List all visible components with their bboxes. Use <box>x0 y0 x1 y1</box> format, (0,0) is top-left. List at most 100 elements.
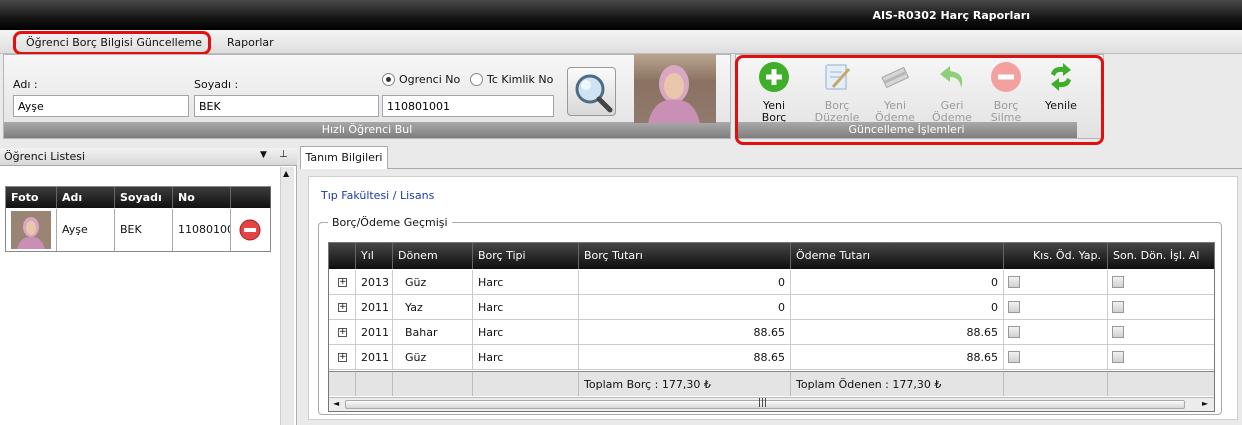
new-debt-button[interactable]: Yeni Borç <box>745 61 803 124</box>
cell-yil[interactable]: 2011 <box>356 295 393 320</box>
cell-yil[interactable]: 2011 <box>356 345 393 370</box>
expand-icon[interactable]: + <box>338 353 347 362</box>
partial-payment-cell <box>1004 270 1108 295</box>
footer-cell <box>356 371 393 396</box>
delete-debt-button[interactable]: Borç Silme <box>977 61 1035 124</box>
cell-donem[interactable]: Bahar <box>393 320 473 345</box>
student-row-no[interactable]: 11080100 <box>173 209 231 251</box>
cell-odeme[interactable]: 0 <box>791 295 1004 320</box>
scroll-right-icon[interactable]: ► <box>1202 399 1208 408</box>
remove-icon <box>991 62 1021 92</box>
student-no-input[interactable] <box>382 95 554 117</box>
update-operations-panel: Yeni Borç Borç Düzenle Yeni Ödeme Geri Ö… <box>735 54 1104 139</box>
student-row-action <box>231 209 271 251</box>
partial-payment-checkbox[interactable] <box>1008 326 1020 338</box>
total-debt: Toplam Borç : 177,30 ₺ <box>579 371 791 396</box>
student-list-title: Öğrenci Listesi <box>4 150 86 163</box>
payment-history-grid: Yıl Dönem Borç Tipi Borç Tutarı Ödeme Tu… <box>328 242 1215 412</box>
student-list-grid: Foto Adı Soyadı No Ayşe BEK 11080100 <box>5 186 271 252</box>
partial-payment-cell <box>1004 295 1108 320</box>
last-term-cell <box>1108 295 1214 320</box>
cell-borc[interactable]: 88.65 <box>579 345 791 370</box>
refresh-icon <box>1051 63 1071 91</box>
cell-odeme[interactable]: 0 <box>791 270 1004 295</box>
student-thumbnail <box>6 209 57 251</box>
student-row-soyad[interactable]: BEK <box>115 209 173 251</box>
column-header-borc-tutari: Borç Tutarı <box>579 243 791 269</box>
student-list-header: Öğrenci Listesi ▼ ⊥ <box>0 148 297 166</box>
payment-history-title: Borç/Ödeme Geçmişi <box>328 216 452 229</box>
cell-borc[interactable]: 88.65 <box>579 320 791 345</box>
tab-tanim-bilgileri[interactable]: Tanım Bilgileri <box>300 146 388 169</box>
search-button[interactable] <box>567 67 616 116</box>
scroll-up-icon[interactable]: ▲ <box>283 169 289 178</box>
window-title: AIS-R0302 Harç Raporları <box>872 9 1030 22</box>
add-icon <box>759 62 789 92</box>
column-header-action <box>231 187 271 208</box>
column-header-foto: Foto <box>6 187 57 208</box>
row-expander-cell: + <box>329 320 356 345</box>
menu-item-raporlar[interactable]: Raporlar <box>227 36 274 49</box>
column-header-kismi-odeme: Kıs. Öd. Yap. <box>1004 243 1108 269</box>
last-term-checkbox[interactable] <box>1112 351 1124 363</box>
search-panel-footer: Hızlı Öğrenci Bul <box>4 122 730 138</box>
toolbar-panel-footer: Güncelleme İşlemleri <box>736 122 1077 138</box>
cell-borc[interactable]: 0 <box>579 295 791 320</box>
partial-payment-checkbox[interactable] <box>1008 351 1020 363</box>
last-name-label: Soyadı : <box>194 78 239 91</box>
refresh-button[interactable]: Yenile <box>1032 61 1090 112</box>
refund-button[interactable]: Geri Ödeme <box>923 61 981 124</box>
last-term-cell <box>1108 270 1214 295</box>
partial-payment-checkbox[interactable] <box>1008 276 1020 288</box>
column-header-yil: Yıl <box>356 243 393 269</box>
expand-icon[interactable]: + <box>338 303 347 312</box>
cell-donem[interactable]: Güz <box>393 345 473 370</box>
last-name-input[interactable] <box>194 95 379 117</box>
tc-no-radio[interactable] <box>470 73 483 86</box>
new-payment-button[interactable]: Yeni Ödeme <box>866 61 924 124</box>
remove-student-icon[interactable] <box>239 219 261 241</box>
cell-yil[interactable]: 2011 <box>356 320 393 345</box>
first-name-input[interactable] <box>13 95 189 117</box>
program-label: Tıp Fakültesi / Lisans <box>321 189 435 202</box>
pin-icon[interactable]: ⊥ <box>279 149 288 160</box>
menu-item-borc-guncelleme[interactable]: Öğrenci Borç Bilgisi Güncelleme <box>26 36 202 49</box>
cell-tip[interactable]: Harc <box>473 345 579 370</box>
cell-borc[interactable]: 0 <box>579 270 791 295</box>
cell-odeme[interactable]: 88.65 <box>791 345 1004 370</box>
partial-payment-checkbox[interactable] <box>1008 301 1020 313</box>
column-header-no: No <box>173 187 231 208</box>
expand-icon[interactable]: + <box>338 278 347 287</box>
title-bar: AIS-R0302 Harç Raporları <box>0 0 1242 30</box>
expand-icon[interactable]: + <box>338 328 347 337</box>
column-header-borc-tipi: Borç Tipi <box>473 243 579 269</box>
scrollbar-thumb[interactable]: ||| <box>345 398 1185 409</box>
scroll-left-icon[interactable]: ◄ <box>333 399 339 408</box>
last-term-checkbox[interactable] <box>1112 301 1124 313</box>
refresh-label: Yenile <box>1045 99 1077 112</box>
edit-debt-button[interactable]: Borç Düzenle <box>808 61 866 124</box>
footer-cell <box>393 371 473 396</box>
column-header-donem: Dönem <box>393 243 473 269</box>
cell-tip[interactable]: Harc <box>473 270 579 295</box>
cell-tip[interactable]: Harc <box>473 295 579 320</box>
cell-donem[interactable]: Yaz <box>393 295 473 320</box>
money-icon <box>881 66 910 89</box>
tc-no-radio-label: Tc Kimlik No <box>487 73 554 86</box>
cell-donem[interactable]: Güz <box>393 270 473 295</box>
quick-student-search-panel: Adı : Soyadı : Ogrenci No Tc Kimlik No H… <box>3 54 731 139</box>
cell-odeme[interactable]: 88.65 <box>791 320 1004 345</box>
dropdown-arrow-icon[interactable]: ▼ <box>260 150 267 160</box>
last-term-checkbox[interactable] <box>1112 326 1124 338</box>
grid-horizontal-scrollbar[interactable]: ◄ ||| ► <box>329 397 1214 411</box>
student-row-ad[interactable]: Ayşe <box>57 209 115 251</box>
last-term-checkbox[interactable] <box>1112 276 1124 288</box>
menu-bar: Öğrenci Borç Bilgisi Güncelleme Raporlar <box>0 30 1242 54</box>
student-no-radio-label: Ogrenci No <box>399 73 461 86</box>
cell-tip[interactable]: Harc <box>473 320 579 345</box>
footer-cell <box>1108 371 1214 396</box>
student-no-radio[interactable] <box>382 73 395 86</box>
cell-yil[interactable]: 2013 <box>356 270 393 295</box>
row-expander-cell: + <box>329 270 356 295</box>
student-list-scrollbar[interactable]: ▲ <box>280 167 294 425</box>
